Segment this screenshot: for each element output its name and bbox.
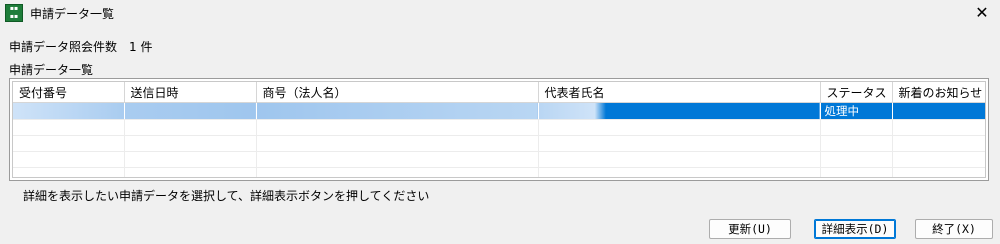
record-count-label: 申請データ照会件数 1 件 xyxy=(9,40,153,54)
column-header-company-name[interactable]: 商号（法人名） xyxy=(256,82,539,103)
cell-company-name xyxy=(256,102,539,120)
show-detail-button[interactable]: 詳細表示(D) xyxy=(814,219,896,239)
window-title: 申請データ一覧 xyxy=(30,7,115,21)
column-header-sent-datetime[interactable]: 送信日時 xyxy=(124,82,257,103)
column-header-status[interactable]: ステータス xyxy=(820,82,893,103)
title-bar: ▪▪ ▪▪ 申請データ一覧 ✕ xyxy=(0,0,1000,26)
refresh-button[interactable]: 更新(U) xyxy=(709,219,791,239)
app-document-icon: ▪▪ ▪▪ xyxy=(5,4,23,22)
column-header-receipt-number[interactable]: 受付番号 xyxy=(13,82,125,103)
cell-status: 処理中 xyxy=(820,102,893,120)
application-list[interactable]: 受付番号 送信日時 商号（法人名） 代表者氏名 ステータス 新着のお知らせ 処理… xyxy=(9,78,989,181)
cell-representative-name xyxy=(538,102,821,120)
exit-button[interactable]: 終了(X) xyxy=(915,219,993,239)
column-header-representative-name[interactable]: 代表者氏名 xyxy=(538,82,821,103)
empty-row xyxy=(13,119,985,136)
list-header-row: 受付番号 送信日時 商号（法人名） 代表者氏名 ステータス 新着のお知らせ xyxy=(13,82,985,103)
list-title: 申請データ一覧 xyxy=(9,63,94,77)
close-icon[interactable]: ✕ xyxy=(964,0,1000,26)
empty-row xyxy=(13,135,985,152)
empty-row xyxy=(13,167,985,177)
cell-new-notice xyxy=(892,102,985,120)
cell-receipt-number xyxy=(13,102,125,120)
cell-sent-datetime xyxy=(124,102,257,120)
column-header-new-notice[interactable]: 新着のお知らせ xyxy=(892,82,985,103)
empty-row xyxy=(13,151,985,168)
instruction-text: 詳細を表示したい申請データを選択して、詳細表示ボタンを押してください xyxy=(23,189,430,203)
table-row[interactable]: 処理中 xyxy=(13,102,985,120)
